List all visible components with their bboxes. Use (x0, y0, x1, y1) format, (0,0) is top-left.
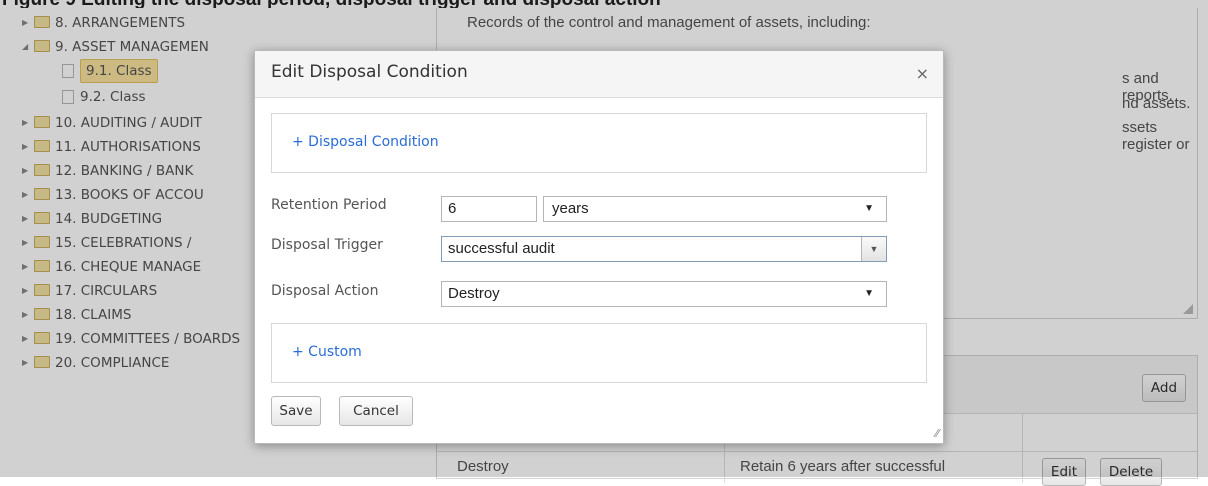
retention-unit-value: years (552, 200, 589, 217)
dialog-title-bar[interactable]: Edit Disposal Condition × (255, 51, 943, 98)
add-disposal-condition-link[interactable]: + Disposal Condition (292, 134, 439, 150)
close-icon[interactable]: × (916, 64, 929, 83)
disposal-trigger-label: Disposal Trigger (271, 237, 383, 253)
retention-unit-select[interactable]: years ▼ (543, 196, 887, 222)
retention-period-input[interactable]: 6 (441, 196, 537, 222)
chevron-down-icon[interactable]: ▼ (861, 237, 886, 261)
disposal-action-value: Destroy (448, 285, 500, 302)
disposal-condition-panel: + Disposal Condition (271, 113, 927, 173)
disposal-trigger-value: successful audit (448, 240, 555, 257)
disposal-trigger-combobox[interactable]: successful audit ▼ (441, 236, 887, 262)
dropdown-arrow-icon: ▼ (864, 288, 874, 299)
resize-grip-icon[interactable]: ⁄⁄ (935, 427, 939, 440)
disposal-action-label: Disposal Action (271, 283, 379, 299)
retention-period-label: Retention Period (271, 197, 387, 213)
custom-panel: + Custom (271, 323, 927, 383)
disposal-action-select[interactable]: Destroy ▼ (441, 281, 887, 307)
add-custom-link[interactable]: + Custom (292, 344, 362, 360)
edit-disposal-condition-dialog: Edit Disposal Condition × + Disposal Con… (254, 50, 944, 444)
dropdown-arrow-icon: ▼ (864, 203, 874, 214)
dialog-title: Edit Disposal Condition (271, 62, 468, 82)
save-button[interactable]: Save (271, 396, 321, 426)
cancel-button[interactable]: Cancel (339, 396, 413, 426)
